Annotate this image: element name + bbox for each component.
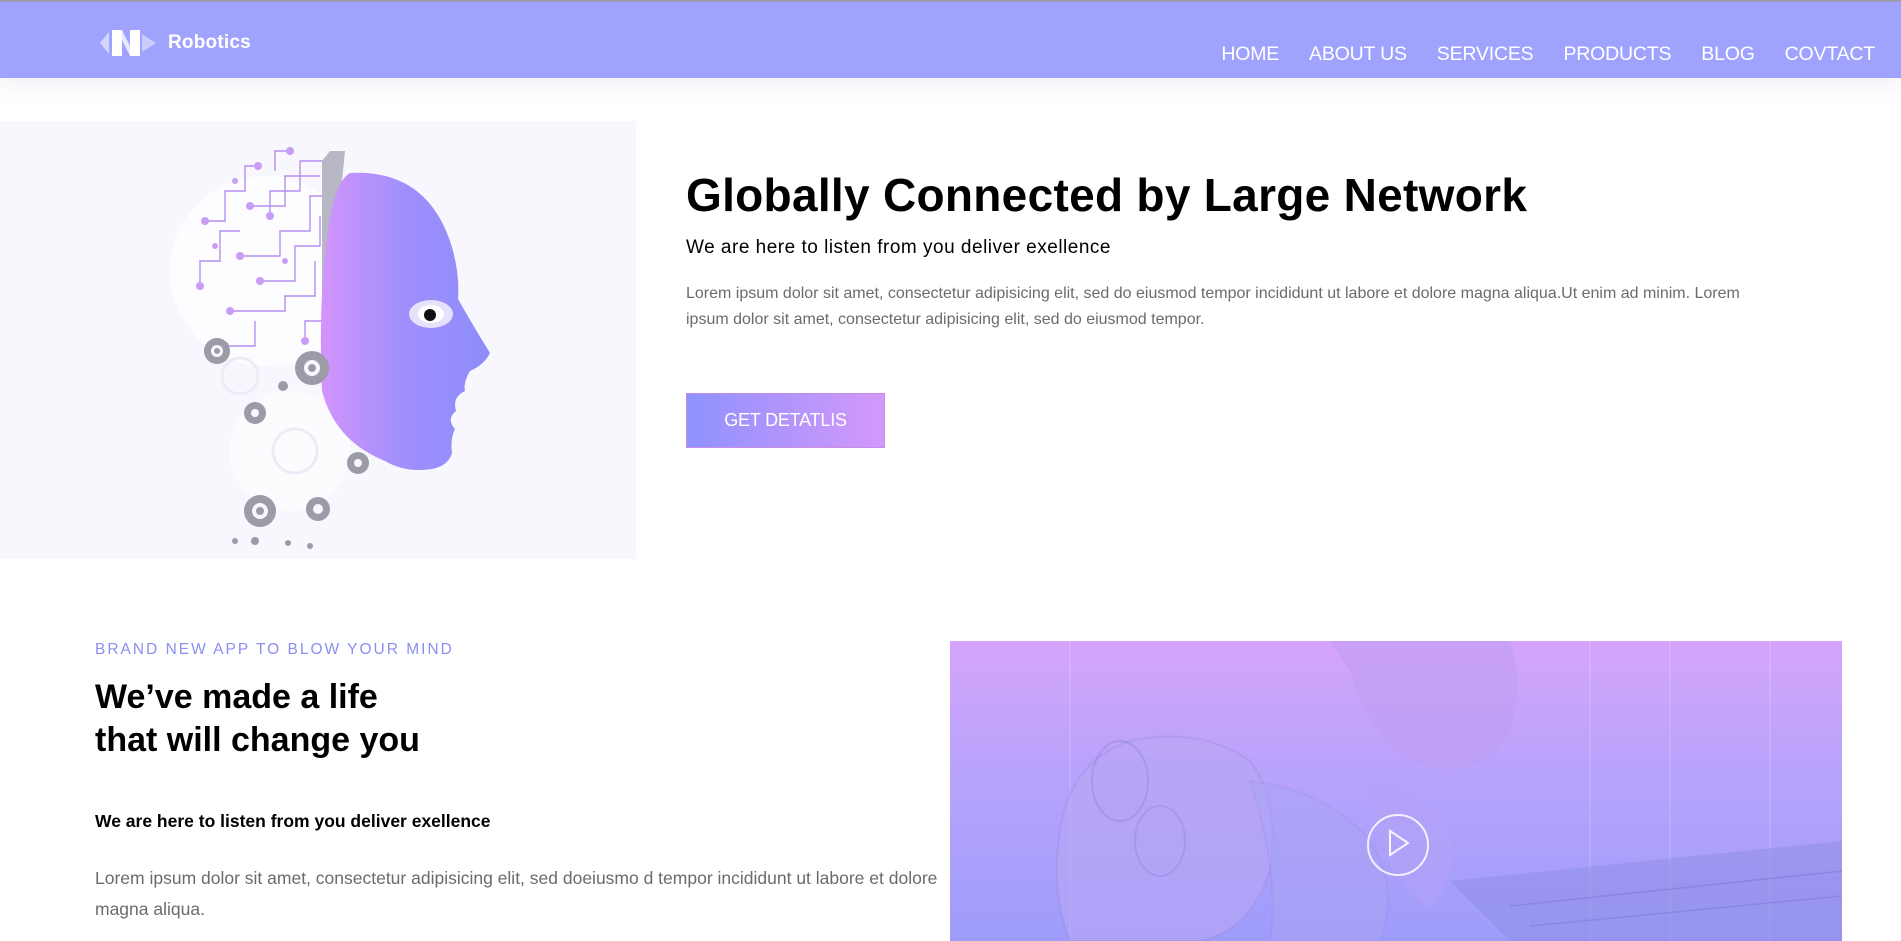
brand-name: Robotics: [168, 32, 251, 53]
nav-contact[interactable]: COVTACT: [1785, 43, 1876, 66]
robot-photo: [1055, 641, 1842, 941]
play-icon: [1389, 829, 1410, 857]
hero-description: Lorem ipsum dolor sit amet, consectetur …: [686, 285, 1740, 328]
get-details-button[interactable]: GET DETATLIS: [686, 393, 885, 448]
hero-subtitle: We are here to listen from you deliver e…: [686, 237, 1111, 258]
section-title-line-2: that will change you: [95, 721, 420, 759]
nav-blog[interactable]: BLOG: [1701, 43, 1755, 66]
hero-illustration: [0, 121, 636, 559]
robot-head-illustration: [170, 147, 490, 549]
nav-services[interactable]: SERVICES: [1437, 43, 1534, 66]
site-header: Robotics HOME ABOUT US SERVICES PRODUCTS…: [0, 0, 1901, 78]
section-subtitle: We are here to listen from you deliver e…: [95, 811, 491, 831]
main-nav: HOME ABOUT US SERVICES PRODUCTS BLOG COV…: [1191, 43, 1875, 66]
nav-products[interactable]: PRODUCTS: [1563, 43, 1671, 66]
video-thumbnail[interactable]: [950, 641, 1842, 941]
nav-about-us[interactable]: ABOUT US: [1309, 43, 1407, 66]
section-eyebrow: BRAND NEW APP TO BLOW YOUR MIND: [95, 641, 454, 658]
brand-logo[interactable]: Robotics: [100, 28, 251, 58]
section-description: Lorem ipsum dolor sit amet, consectetur …: [95, 868, 938, 919]
hero-title: Globally Connected by Large Network: [686, 169, 1528, 221]
play-button[interactable]: [1367, 814, 1429, 876]
section-title-line-1: We’ve made a life: [95, 678, 378, 716]
logo-icon: [100, 30, 156, 56]
section-title: We’ve made a life that will change you: [95, 676, 420, 762]
nav-home[interactable]: HOME: [1221, 43, 1279, 66]
